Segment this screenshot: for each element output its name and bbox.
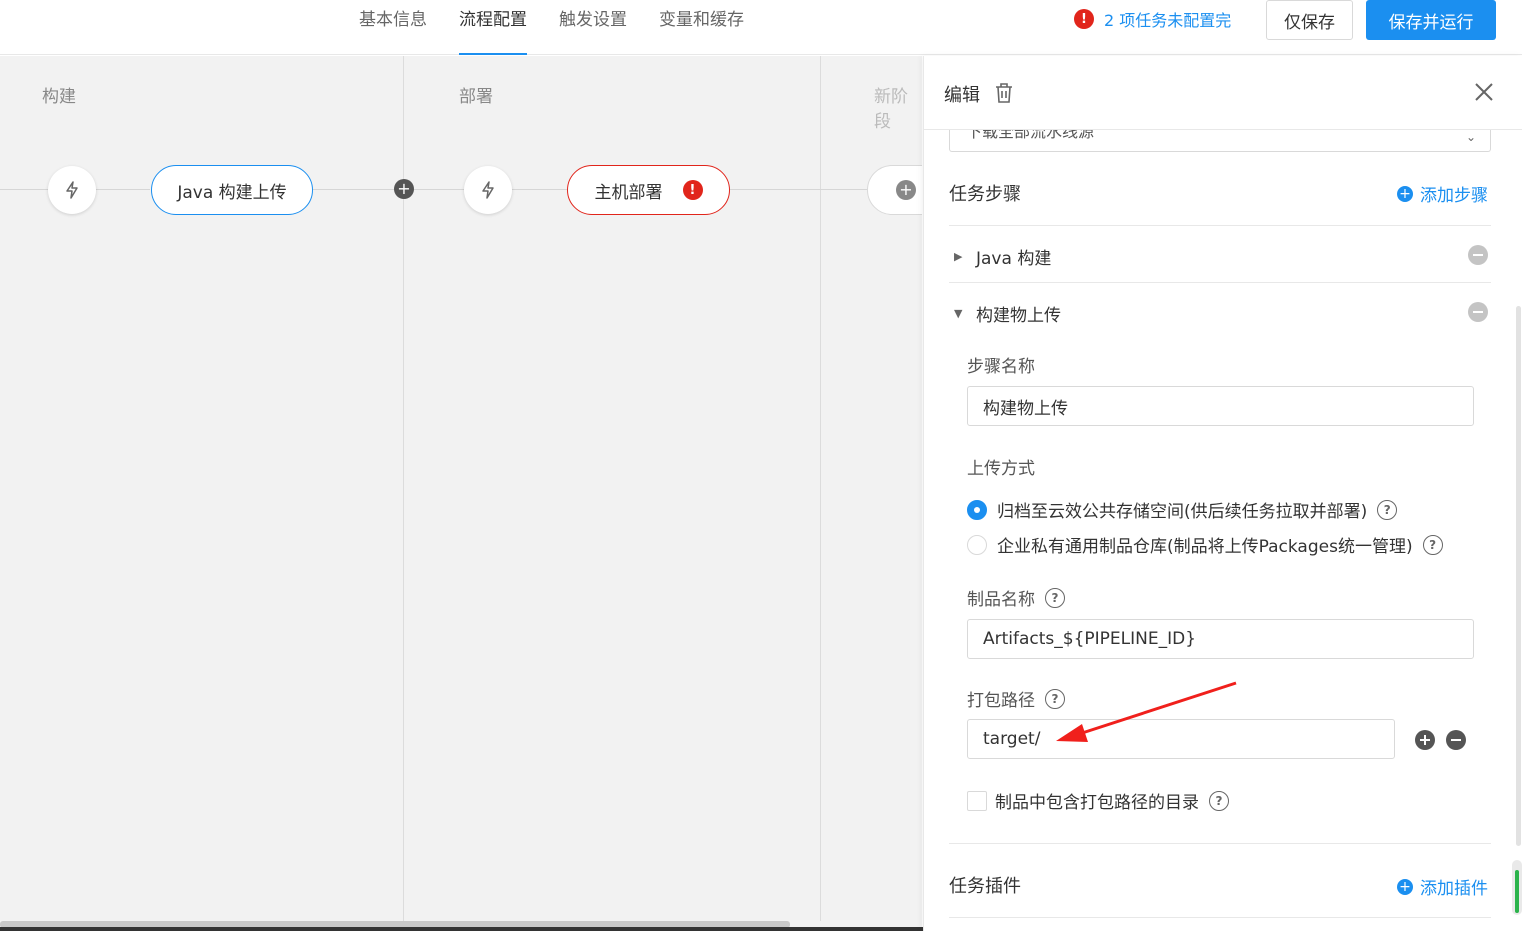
save-only-button[interactable]: 仅保存 [1266,0,1353,40]
scroll-indicator-bar [1515,870,1519,913]
add-plugin-label: 添加插件 [1420,879,1488,899]
add-plugin-button[interactable]: + 添加插件 [1397,874,1488,899]
plus-circle-icon: + [1397,878,1413,895]
stage-title-deploy: 部署 [459,87,493,107]
vertical-scrollbar[interactable] [1516,306,1521,846]
step-item-label: 构建物上传 [976,306,1061,326]
task-steps-title: 任务步骤 [949,184,1021,205]
close-button[interactable] [1472,80,1496,104]
caret-right-icon: ▶ [954,250,963,263]
package-path-label: 打包路径 ? [967,686,1065,711]
tab-flow-config[interactable]: 流程配置 [459,0,527,55]
add-step-label: 添加步骤 [1420,186,1488,206]
artifact-name-label-text: 制品名称 [967,590,1035,610]
edit-panel: 编辑 下载全部流水线源 ⌄ 任务步骤 + 添加步骤 ▶ Java 构建 ▼ 构建… [923,56,1522,931]
new-stage-node[interactable]: + [867,165,922,215]
artifact-name-input[interactable]: Artifacts_${PIPELINE_ID} [967,619,1474,659]
include-dir-checkbox[interactable] [967,790,987,811]
lightning-icon [66,181,78,199]
include-dir-label: 制品中包含打包路径的目录 [995,793,1199,813]
task-node-host-deploy[interactable]: 主机部署 ! [567,165,730,215]
help-icon[interactable]: ? [1377,499,1398,520]
trash-icon [996,83,1012,103]
artifact-name-value: Artifacts_${PIPELINE_ID} [983,629,1197,649]
step-item-java-build[interactable]: ▶ Java 构建 [954,244,1491,269]
radio-checked[interactable] [967,499,987,520]
upload-option-public-storage[interactable]: 归档至云效公共存储空间(供后续任务拉取并部署) ? [967,497,1398,522]
task-plugins-title: 任务插件 [949,876,1021,897]
remove-path-button[interactable] [1446,730,1466,750]
help-icon[interactable]: ? [1209,790,1229,811]
lightning-icon [482,181,494,199]
upload-method-label: 上传方式 [967,459,1035,479]
flow-line [313,189,568,190]
plus-icon: + [896,180,916,200]
package-path-value: target/ [983,729,1041,749]
remove-step-button[interactable] [1468,302,1488,322]
radio-label: 归档至云效公共存储空间(供后续任务拉取并部署) [997,502,1368,522]
chevron-down-icon: ⌄ [1465,130,1476,144]
trigger-node-deploy[interactable] [464,166,512,214]
upload-option-private-repo[interactable]: 企业私有通用制品仓库(制品将上传Packages统一管理) ? [967,532,1443,557]
stage-title-new[interactable]: 新阶段 [874,82,922,132]
radio-unchecked[interactable] [967,534,987,555]
step-name-value: 构建物上传 [983,398,1068,419]
divider [949,225,1491,226]
help-icon[interactable]: ? [1045,587,1065,608]
add-stage-button[interactable]: + [394,179,414,199]
stage-title-build: 构建 [42,87,76,107]
error-icon: ! [682,180,703,200]
save-and-run-button[interactable]: 保存并运行 [1366,0,1496,40]
step-name-label: 步骤名称 [967,357,1035,377]
task-node-label: Java 构建上传 [177,182,287,203]
flow-line [730,189,870,190]
scroll-indicator[interactable] [1512,860,1522,915]
task-node-java-build-upload[interactable]: Java 构建上传 [151,165,313,215]
source-select-value: 下载全部流水线源 [966,130,1095,141]
plus-circle-icon: + [1397,185,1413,202]
close-icon [1475,83,1493,101]
minus-icon [1451,739,1461,741]
divider [949,917,1491,918]
tab-trigger-settings[interactable]: 触发设置 [559,0,627,55]
divider [949,282,1491,283]
source-select[interactable]: 下载全部流水线源 ⌄ [949,130,1491,152]
stage-divider [820,56,821,931]
plus-icon [1420,735,1430,745]
plus-icon: + [397,179,411,198]
step-item-label: Java 构建 [976,249,1052,269]
top-header: 基本信息 流程配置 触发设置 变量和缓存 ! 2 项任务未配置完 仅保存 保存并… [0,0,1522,55]
package-path-label-text: 打包路径 [967,691,1035,711]
pipeline-canvas: 构建 部署 新阶段 Java 构建上传 + 主机部署 ! + [0,56,922,931]
divider [949,843,1491,844]
help-icon[interactable]: ? [1045,688,1065,709]
tab-variables-cache[interactable]: 变量和缓存 [659,0,744,55]
tab-basic-info[interactable]: 基本信息 [359,0,427,55]
incomplete-tasks-text: 2 项任务未配置完 [1104,11,1232,30]
package-path-input[interactable]: target/ [967,719,1395,759]
incomplete-tasks-warning[interactable]: ! 2 项任务未配置完 [1074,7,1231,31]
step-name-input[interactable]: 构建物上传 [967,386,1474,426]
task-node-label: 主机部署 [594,182,663,203]
caret-down-icon: ▼ [954,307,963,320]
delete-button[interactable] [994,82,1014,104]
step-item-artifact-upload[interactable]: ▼ 构建物上传 [954,301,1454,326]
include-dir-checkbox-row[interactable]: 制品中包含打包路径的目录 ? [967,788,1229,813]
remove-step-button[interactable] [1468,245,1488,265]
radio-label: 企业私有通用制品仓库(制品将上传Packages统一管理) [997,537,1413,557]
add-path-button[interactable] [1415,730,1435,750]
add-step-button[interactable]: + 添加步骤 [1397,181,1488,206]
trigger-node-build[interactable] [48,166,96,214]
artifact-name-label: 制品名称 ? [967,585,1065,610]
panel-title: 编辑 [944,85,980,106]
alert-icon: ! [1074,9,1094,29]
help-icon[interactable]: ? [1422,534,1443,555]
